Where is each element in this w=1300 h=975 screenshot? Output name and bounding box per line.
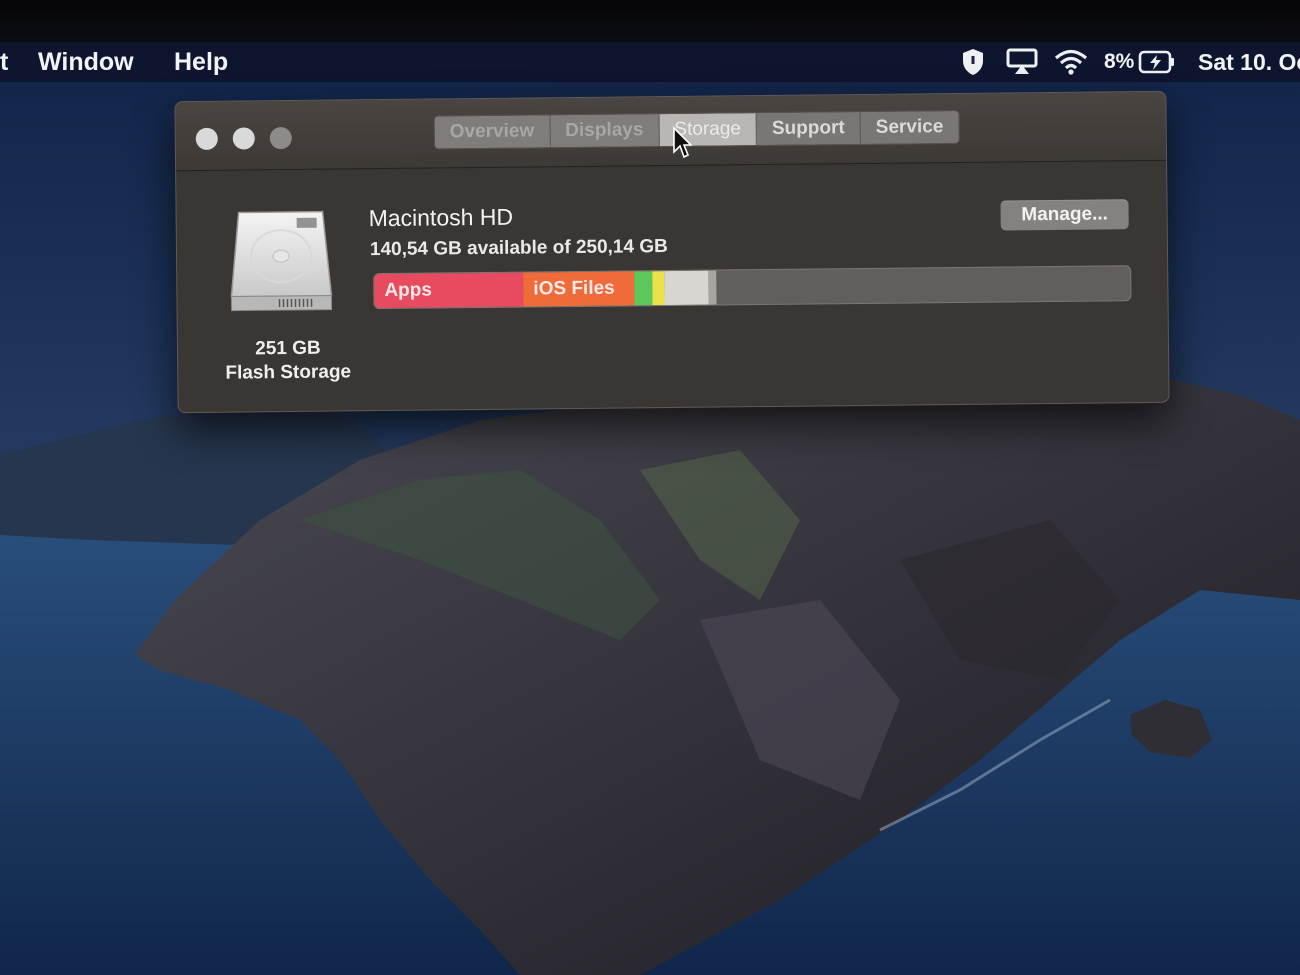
menu-app-name[interactable]: t [0, 48, 8, 77]
storage-segment[interactable] [652, 271, 665, 306]
menu-help[interactable]: Help [174, 48, 228, 77]
window-titlebar[interactable]: Overview Displays Storage Support Servic… [175, 91, 1167, 172]
menu-window[interactable]: Window [38, 48, 134, 77]
storage-segment-label: Apps [384, 279, 432, 302]
tab-service[interactable]: Service [860, 110, 959, 145]
hard-drive-icon [230, 210, 333, 312]
disk-type: Flash Storage [225, 361, 352, 384]
tab-displays[interactable]: Displays [550, 114, 660, 148]
tab-support[interactable]: Support [756, 112, 861, 146]
storage-segment[interactable] [664, 270, 709, 306]
airplay-icon[interactable] [1006, 42, 1038, 82]
mouse-cursor-icon [673, 126, 692, 159]
storage-segment[interactable]: iOS Files [523, 271, 635, 307]
storage-bar-divider [708, 270, 717, 305]
tab-bar: Overview Displays Storage Support Servic… [433, 109, 960, 150]
disk-name: Macintosh HD [368, 203, 514, 232]
wifi-icon[interactable] [1054, 42, 1088, 82]
minimize-button[interactable] [232, 127, 255, 150]
battery-percentage[interactable]: 8% [1104, 42, 1134, 82]
zoom-button[interactable] [269, 126, 292, 150]
disk-available: 140,54 GB available of 250,14 GB [369, 236, 668, 261]
screen-bezel [0, 0, 1300, 42]
storage-segment[interactable]: Apps [374, 272, 524, 309]
battery-charging-icon[interactable] [1138, 42, 1176, 82]
close-button[interactable] [195, 127, 218, 150]
tab-overview[interactable]: Overview [434, 115, 551, 149]
storage-segment-label: iOS Files [533, 277, 615, 300]
disk-capacity: 251 GB [255, 337, 321, 360]
storage-usage-bar[interactable]: Apps iOS Files [373, 265, 1132, 310]
storage-segment[interactable] [634, 271, 653, 306]
shield-icon[interactable] [960, 42, 986, 82]
menu-bar: t Window Help 8% Sat 10. Oct [0, 42, 1300, 82]
storage-pane: 251 GB Flash Storage Macintosh HD 140,54… [176, 161, 1168, 412]
manage-button[interactable]: Manage... [1000, 199, 1129, 231]
menu-clock[interactable]: Sat 10. Oct [1198, 42, 1300, 82]
